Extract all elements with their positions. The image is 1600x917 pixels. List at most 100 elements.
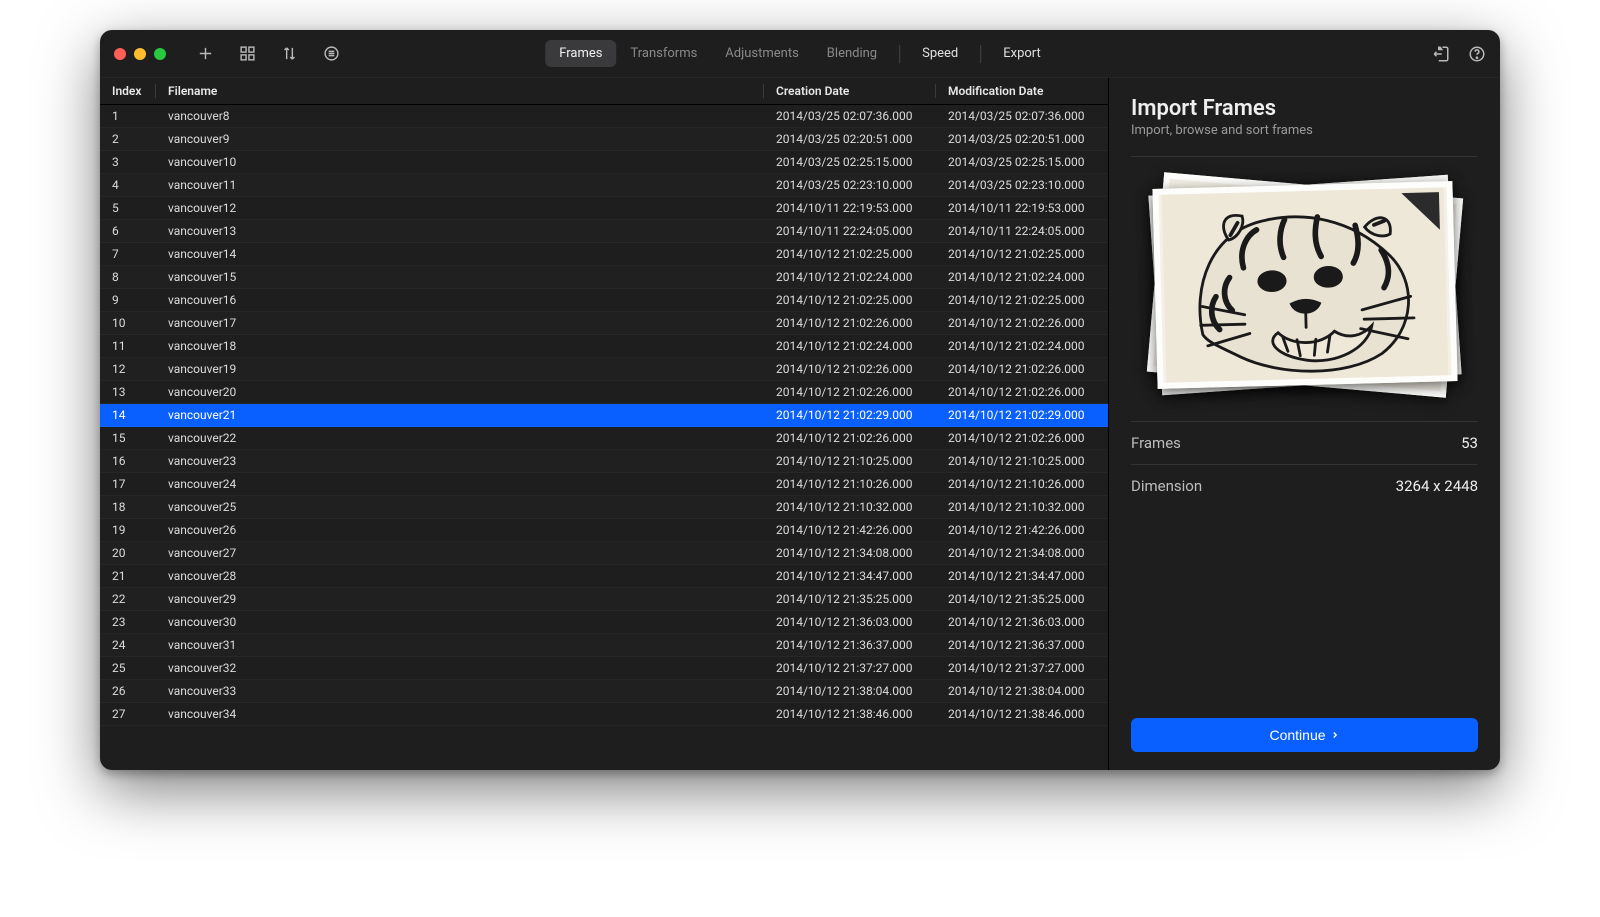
cell-modified: 2014/10/12 21:38:04.000 [936,684,1108,698]
cell-index: 17 [100,477,156,491]
cell-filename: vancouver34 [156,707,764,721]
stat-dimension-value: 3264 x 2448 [1396,477,1478,495]
table-row[interactable]: 26vancouver332014/10/12 21:38:04.0002014… [100,680,1108,703]
table-row[interactable]: 19vancouver262014/10/12 21:42:26.0002014… [100,519,1108,542]
cell-modified: 2014/10/12 21:36:03.000 [936,615,1108,629]
cell-index: 13 [100,385,156,399]
table-row[interactable]: 3vancouver102014/03/25 02:25:15.0002014/… [100,151,1108,174]
table-row[interactable]: 17vancouver242014/10/12 21:10:26.0002014… [100,473,1108,496]
tab-separator [980,45,981,63]
tab-adjustments[interactable]: Adjustments [711,40,813,67]
cell-created: 2014/10/11 22:19:53.000 [764,201,936,215]
cell-created: 2014/10/11 22:24:05.000 [764,224,936,238]
tab-frames[interactable]: Frames [545,40,616,67]
table-row[interactable]: 5vancouver122014/10/11 22:19:53.0002014/… [100,197,1108,220]
cell-modified: 2014/10/12 21:37:27.000 [936,661,1108,675]
share-icon[interactable] [1432,45,1450,63]
col-header-filename[interactable]: Filename [156,84,764,98]
cell-modified: 2014/10/12 21:35:25.000 [936,592,1108,606]
cell-filename: vancouver25 [156,500,764,514]
preview-stack [1145,175,1465,395]
tab-blending[interactable]: Blending [813,40,891,67]
cell-created: 2014/10/12 21:38:04.000 [764,684,936,698]
cell-index: 23 [100,615,156,629]
cell-index: 18 [100,500,156,514]
col-header-created[interactable]: Creation Date [764,84,936,98]
stat-dimension-label: Dimension [1131,477,1202,495]
preview-photo-front [1152,181,1457,389]
table-row[interactable]: 14vancouver212014/10/12 21:02:29.0002014… [100,404,1108,427]
table-row[interactable]: 16vancouver232014/10/12 21:10:25.0002014… [100,450,1108,473]
minimize-window-button[interactable] [134,48,146,60]
table-row[interactable]: 6vancouver132014/10/11 22:24:05.0002014/… [100,220,1108,243]
table-row[interactable]: 18vancouver252014/10/12 21:10:32.0002014… [100,496,1108,519]
cell-filename: vancouver26 [156,523,764,537]
add-icon[interactable] [196,45,214,63]
toolbar-left-icons [196,45,340,63]
table-row[interactable]: 27vancouver342014/10/12 21:38:46.0002014… [100,703,1108,726]
cell-filename: vancouver16 [156,293,764,307]
main-panel: Index Filename Creation Date Modificatio… [100,78,1108,770]
cell-created: 2014/10/12 21:42:26.000 [764,523,936,537]
cell-modified: 2014/10/12 21:02:26.000 [936,362,1108,376]
table-row[interactable]: 21vancouver282014/10/12 21:34:47.0002014… [100,565,1108,588]
grid-icon[interactable] [238,45,256,63]
table-row[interactable]: 24vancouver312014/10/12 21:36:37.0002014… [100,634,1108,657]
tab-transforms[interactable]: Transforms [616,40,711,67]
cell-modified: 2014/10/11 22:19:53.000 [936,201,1108,215]
table-row[interactable]: 9vancouver162014/10/12 21:02:25.0002014/… [100,289,1108,312]
table-body[interactable]: 1vancouver82014/03/25 02:07:36.0002014/0… [100,105,1108,770]
list-icon[interactable] [322,45,340,63]
cell-index: 15 [100,431,156,445]
cell-modified: 2014/03/25 02:07:36.000 [936,109,1108,123]
cell-created: 2014/03/25 02:07:36.000 [764,109,936,123]
table-row[interactable]: 12vancouver192014/10/12 21:02:26.0002014… [100,358,1108,381]
cell-created: 2014/10/12 21:34:47.000 [764,569,936,583]
cell-modified: 2014/10/12 21:02:26.000 [936,316,1108,330]
cell-filename: vancouver31 [156,638,764,652]
table-row[interactable]: 1vancouver82014/03/25 02:07:36.0002014/0… [100,105,1108,128]
cell-index: 16 [100,454,156,468]
cell-modified: 2014/10/12 21:34:47.000 [936,569,1108,583]
table-row[interactable]: 7vancouver142014/10/12 21:02:25.0002014/… [100,243,1108,266]
table-row[interactable]: 20vancouver272014/10/12 21:34:08.0002014… [100,542,1108,565]
toolbar-right-icons [1432,45,1486,63]
table-row[interactable]: 22vancouver292014/10/12 21:35:25.0002014… [100,588,1108,611]
table-row[interactable]: 8vancouver152014/10/12 21:02:24.0002014/… [100,266,1108,289]
col-header-modified[interactable]: Modification Date [936,84,1108,98]
cell-modified: 2014/03/25 02:20:51.000 [936,132,1108,146]
cell-created: 2014/10/12 21:10:32.000 [764,500,936,514]
cell-index: 11 [100,339,156,353]
cell-modified: 2014/10/12 21:02:26.000 [936,385,1108,399]
cell-index: 26 [100,684,156,698]
maximize-window-button[interactable] [154,48,166,60]
cell-filename: vancouver21 [156,408,764,422]
table-row[interactable]: 25vancouver322014/10/12 21:37:27.0002014… [100,657,1108,680]
cell-filename: vancouver13 [156,224,764,238]
cell-created: 2014/10/12 21:37:27.000 [764,661,936,675]
cell-filename: vancouver8 [156,109,764,123]
table-row[interactable]: 15vancouver222014/10/12 21:02:26.0002014… [100,427,1108,450]
tab-export[interactable]: Export [989,40,1055,67]
table-row[interactable]: 4vancouver112014/03/25 02:23:10.0002014/… [100,174,1108,197]
divider [1131,156,1478,157]
cell-created: 2014/10/12 21:02:24.000 [764,270,936,284]
sort-icon[interactable] [280,45,298,63]
cell-filename: vancouver14 [156,247,764,261]
table-row[interactable]: 13vancouver202014/10/12 21:02:26.0002014… [100,381,1108,404]
cell-modified: 2014/10/12 21:34:08.000 [936,546,1108,560]
stat-frames-value: 53 [1461,434,1478,452]
close-window-button[interactable] [114,48,126,60]
table-row[interactable]: 2vancouver92014/03/25 02:20:51.0002014/0… [100,128,1108,151]
col-header-index[interactable]: Index [100,84,156,98]
cell-filename: vancouver20 [156,385,764,399]
cell-created: 2014/10/12 21:02:26.000 [764,431,936,445]
help-icon[interactable] [1468,45,1486,63]
table-row[interactable]: 10vancouver172014/10/12 21:02:26.0002014… [100,312,1108,335]
continue-button[interactable]: Continue [1131,718,1478,752]
cell-filename: vancouver10 [156,155,764,169]
tab-speed[interactable]: Speed [908,40,972,67]
cell-index: 8 [100,270,156,284]
table-row[interactable]: 23vancouver302014/10/12 21:36:03.0002014… [100,611,1108,634]
table-row[interactable]: 11vancouver182014/10/12 21:02:24.0002014… [100,335,1108,358]
